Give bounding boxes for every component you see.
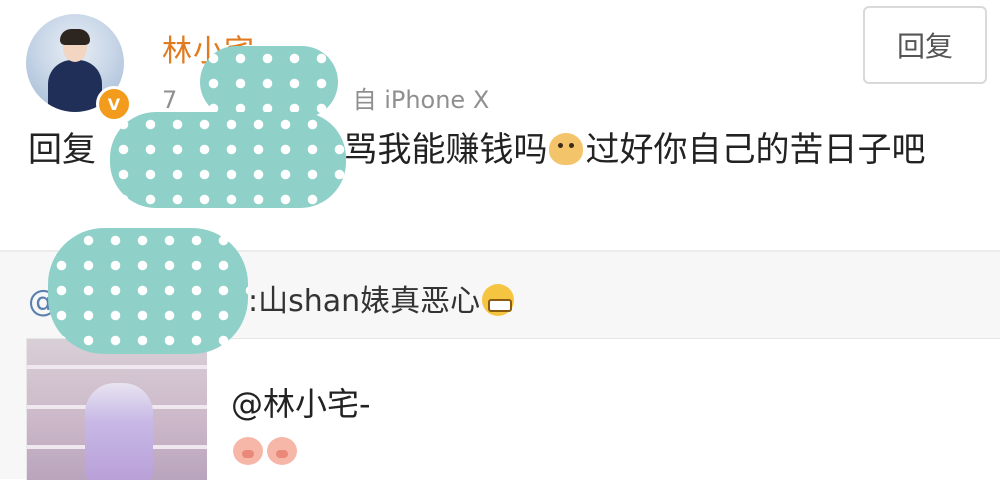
original-text-body: :山shan婊真恶心 [248, 284, 481, 319]
quoted-card[interactable]: @林小宅- [26, 338, 1000, 480]
redaction-mask [110, 112, 346, 208]
pig-emoji-icon [233, 437, 263, 465]
pig-emoji-icon [267, 437, 297, 465]
verified-v-icon: V [96, 86, 132, 122]
doge-emoji-icon [549, 133, 584, 165]
card-username[interactable]: @林小宅- [231, 379, 371, 425]
reply-text-tail: 过好你自己的苦日子吧 [585, 130, 926, 170]
shelf [27, 365, 207, 369]
reply-button[interactable]: 回复 [863, 6, 987, 84]
emoji-row [233, 437, 297, 465]
avatar-suit [48, 60, 102, 112]
card-thumbnail[interactable] [27, 339, 207, 480]
reply-text-prefix: 回复 [28, 130, 96, 170]
grin-emoji-icon [482, 284, 515, 316]
avatar-hair [60, 29, 90, 45]
meta-source: 自 iPhone X [352, 86, 490, 114]
redaction-mask [48, 228, 248, 354]
redaction-mask [200, 46, 338, 118]
doll-figure [85, 383, 153, 480]
meta-time: 7 [162, 86, 178, 114]
reply-text-suffix: :骂我能赚钱吗 [332, 130, 548, 170]
